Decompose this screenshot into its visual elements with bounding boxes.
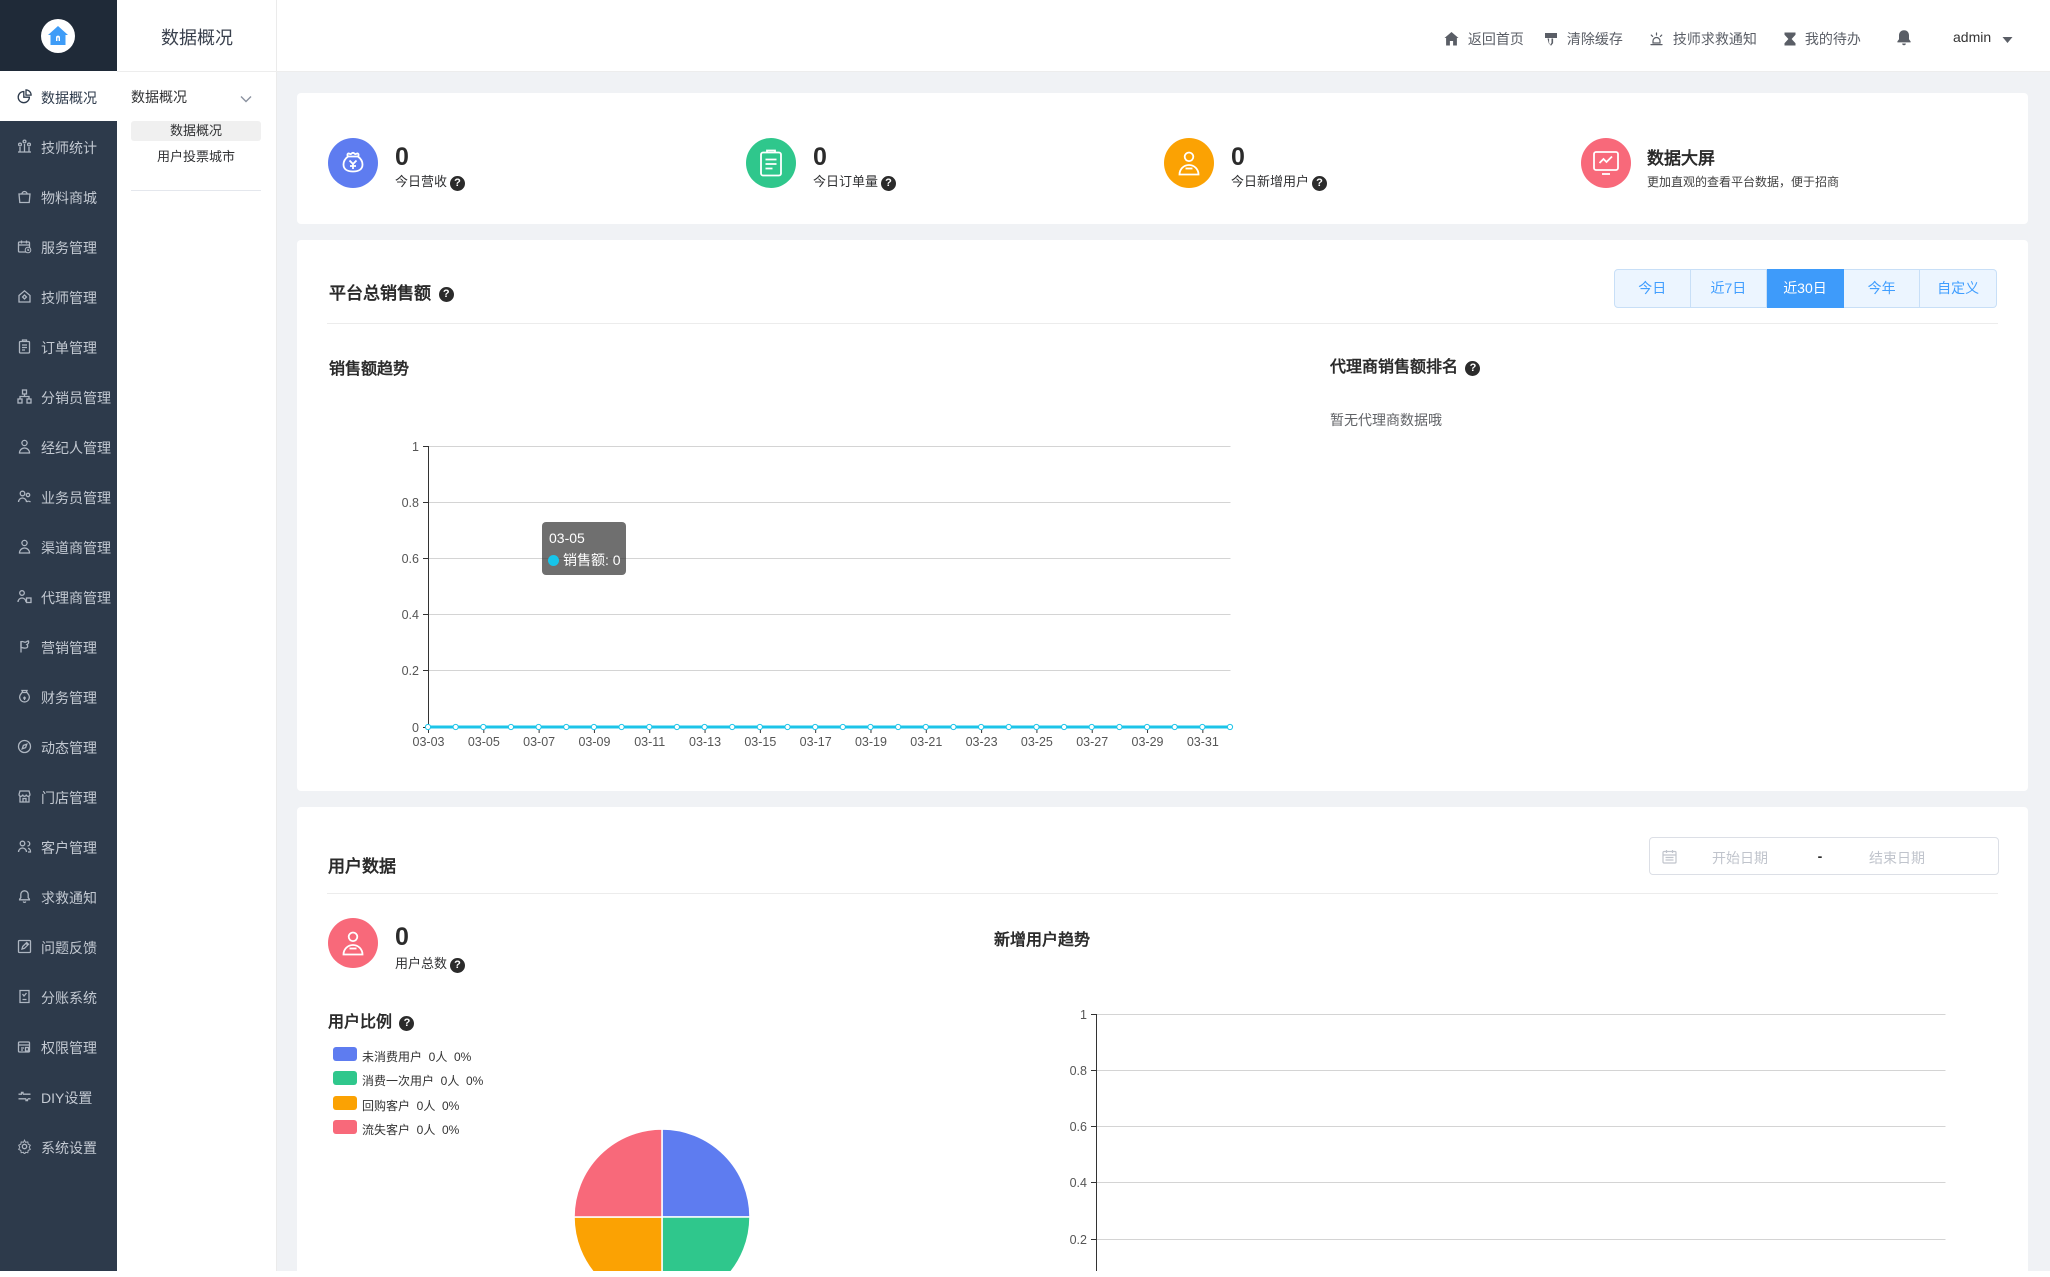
svg-text:03-27: 03-27 [1076,735,1108,749]
svg-text:03-15: 03-15 [744,735,776,749]
svg-text:03-05: 03-05 [468,735,500,749]
svg-text:03-19: 03-19 [855,735,887,749]
svg-text:0.4: 0.4 [1070,1176,1087,1190]
svg-text:0.8: 0.8 [402,496,419,510]
svg-text:03-09: 03-09 [578,735,610,749]
svg-text:0.8: 0.8 [1070,1064,1087,1078]
svg-text:0.2: 0.2 [1070,1233,1087,1247]
svg-text:03-29: 03-29 [1132,735,1164,749]
svg-text:03-25: 03-25 [1021,735,1053,749]
svg-text:03-05: 03-05 [549,530,585,546]
svg-text:0.2: 0.2 [402,664,419,678]
svg-text:03-07: 03-07 [523,735,555,749]
svg-text:03-17: 03-17 [800,735,832,749]
svg-text:03-11: 03-11 [634,735,665,749]
svg-text:03-13: 03-13 [689,735,721,749]
svg-text:1: 1 [1080,1008,1087,1022]
svg-text:销售额: 0: 销售额: 0 [563,552,621,568]
svg-text:03-23: 03-23 [966,735,998,749]
svg-text:03-31: 03-31 [1187,735,1219,749]
svg-text:0.6: 0.6 [1070,1120,1087,1134]
svg-text:0: 0 [412,721,419,735]
svg-text:1: 1 [412,440,419,454]
svg-text:0.6: 0.6 [402,552,419,566]
svg-text:0.4: 0.4 [402,608,419,622]
svg-text:03-03: 03-03 [413,735,445,749]
svg-text:03-21: 03-21 [910,735,942,749]
